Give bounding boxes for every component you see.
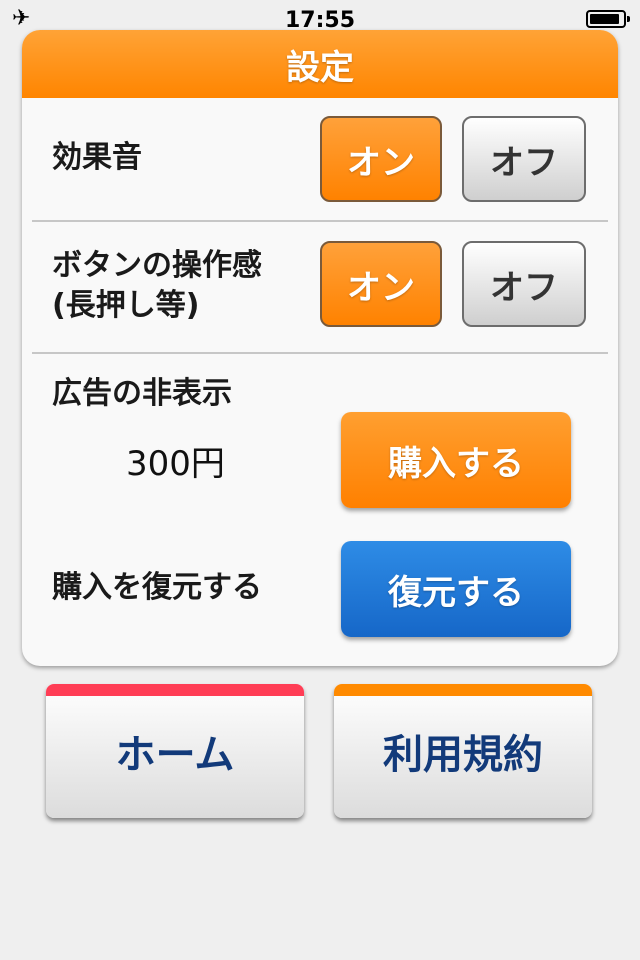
terms-button-label: 利用規約 <box>383 732 543 778</box>
battery-fill <box>590 14 619 24</box>
hide-ads-label: 広告の非表示 <box>52 376 232 411</box>
divider <box>32 352 608 354</box>
sound-on-button[interactable]: オン <box>320 116 442 202</box>
sound-effects-label: 効果音 <box>52 140 142 175</box>
divider <box>32 220 608 222</box>
button-feel-label: ボタンの操作感 <box>52 248 262 283</box>
restore-label: 購入を復元する <box>52 570 262 605</box>
button-feel-off-button[interactable]: オフ <box>462 241 586 327</box>
home-button-label: ホーム <box>115 732 235 778</box>
button-feel-on-button[interactable]: オン <box>320 241 442 327</box>
home-button[interactable]: ホーム <box>46 684 304 818</box>
terms-accent-bar <box>334 684 592 696</box>
button-feel-sublabel: (長押し等) <box>52 288 200 323</box>
terms-button[interactable]: 利用規約 <box>334 684 592 818</box>
buy-button[interactable]: 購入する <box>341 412 571 508</box>
sound-off-button[interactable]: オフ <box>462 116 586 202</box>
restore-button[interactable]: 復元する <box>341 541 571 637</box>
battery-icon <box>586 10 630 28</box>
ads-price: 300円 <box>126 444 225 484</box>
settings-panel: 設定 効果音 オン オフ ボタンの操作感 (長押し等) オン オフ 広告の非表示… <box>22 30 618 666</box>
home-accent-bar <box>46 684 304 696</box>
page-title: 設定 <box>22 30 618 98</box>
